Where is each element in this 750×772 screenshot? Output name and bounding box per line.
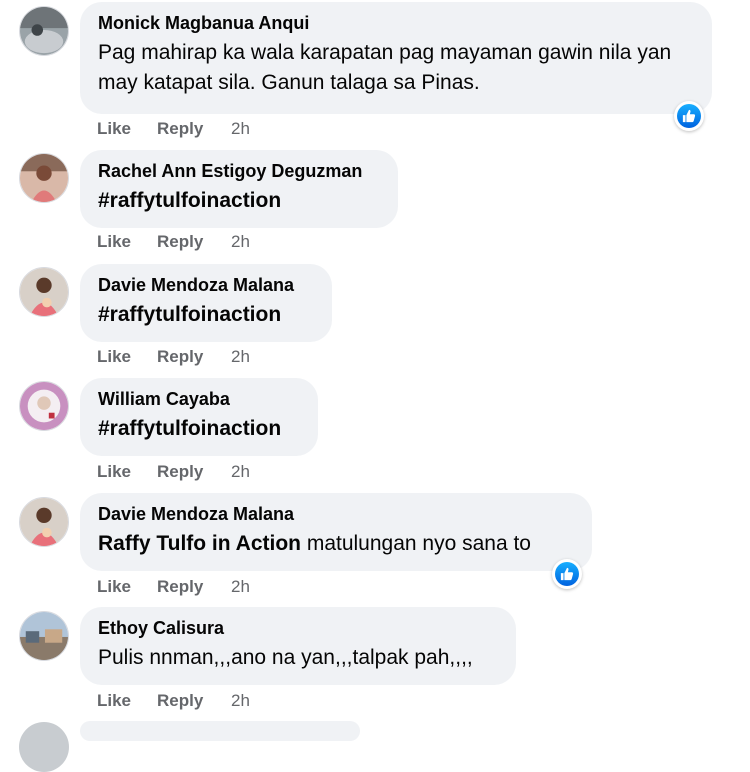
timestamp[interactable]: 2h (231, 232, 250, 252)
timestamp[interactable]: 2h (231, 347, 250, 367)
like-icon (555, 562, 579, 586)
reaction-badge[interactable] (674, 101, 704, 131)
comment-author[interactable]: Davie Mendoza Malana (98, 503, 574, 525)
comment-bubble: Davie Mendoza Malana #raffytulfoinaction (80, 264, 332, 342)
reply-button[interactable]: Reply (157, 462, 231, 482)
like-button[interactable]: Like (97, 462, 157, 482)
comment-body: matulungan nyo sana to (306, 532, 531, 555)
hashtag-link[interactable]: #raffytulfoinaction (98, 186, 380, 216)
avatar[interactable] (19, 6, 69, 56)
comment-author[interactable]: Ethoy Calisura (98, 617, 498, 639)
avatar[interactable] (19, 381, 69, 431)
reaction-badge[interactable] (552, 559, 582, 589)
comment-bubble: Rachel Ann Estigoy Deguzman #raffytulfoi… (80, 150, 398, 228)
comment-actions: Like Reply 2h (97, 119, 250, 139)
comment-actions: Like Reply 2h (97, 232, 250, 252)
reply-button[interactable]: Reply (157, 232, 231, 252)
like-icon (677, 104, 701, 128)
comment-author[interactable]: William Cayaba (98, 388, 300, 410)
comment-actions: Like Reply 2h (97, 691, 250, 711)
comment-text: Pulis nnman,,,ano na yan,,,talpak pah,,,… (98, 646, 473, 669)
like-button[interactable]: Like (97, 347, 157, 367)
comment-author[interactable]: Rachel Ann Estigoy Deguzman (98, 160, 380, 182)
comment-author[interactable]: Davie Mendoza Malana (98, 274, 314, 296)
reply-button[interactable]: Reply (157, 577, 231, 597)
comment-actions: Like Reply 2h (97, 347, 250, 367)
timestamp[interactable]: 2h (231, 691, 250, 711)
reply-button[interactable]: Reply (157, 347, 231, 367)
avatar[interactable] (19, 267, 69, 317)
avatar[interactable] (19, 153, 69, 203)
comment-bubble: William Cayaba #raffytulfoinaction (80, 378, 318, 456)
hashtag-link[interactable]: #raffytulfoinaction (98, 414, 300, 444)
reply-button[interactable]: Reply (157, 691, 231, 711)
comment-text: Raffy Tulfo in Action matulungan nyo san… (98, 529, 574, 559)
mention-link[interactable]: Raffy Tulfo in Action (98, 532, 301, 555)
comment-actions: Like Reply 2h (97, 577, 250, 597)
avatar[interactable] (19, 497, 69, 547)
timestamp[interactable]: 2h (231, 119, 250, 139)
timestamp[interactable]: 2h (231, 577, 250, 597)
like-button[interactable]: Like (97, 691, 157, 711)
like-button[interactable]: Like (97, 119, 157, 139)
comment-bubble: Monick Magbanua Anqui Pag mahirap ka wal… (80, 2, 712, 114)
hashtag-link[interactable]: #raffytulfoinaction (98, 300, 314, 330)
comment-text: Pag mahirap ka wala karapatan pag mayama… (98, 41, 672, 94)
comment-actions: Like Reply 2h (97, 462, 250, 482)
timestamp[interactable]: 2h (231, 462, 250, 482)
avatar (19, 722, 69, 772)
next-comment-peek (80, 721, 360, 741)
avatar[interactable] (19, 611, 69, 661)
like-button[interactable]: Like (97, 577, 157, 597)
like-button[interactable]: Like (97, 232, 157, 252)
comment-bubble: Ethoy Calisura Pulis nnman,,,ano na yan,… (80, 607, 516, 685)
comment-bubble: Davie Mendoza Malana Raffy Tulfo in Acti… (80, 493, 592, 571)
reply-button[interactable]: Reply (157, 119, 231, 139)
comment-author[interactable]: Monick Magbanua Anqui (98, 12, 694, 34)
